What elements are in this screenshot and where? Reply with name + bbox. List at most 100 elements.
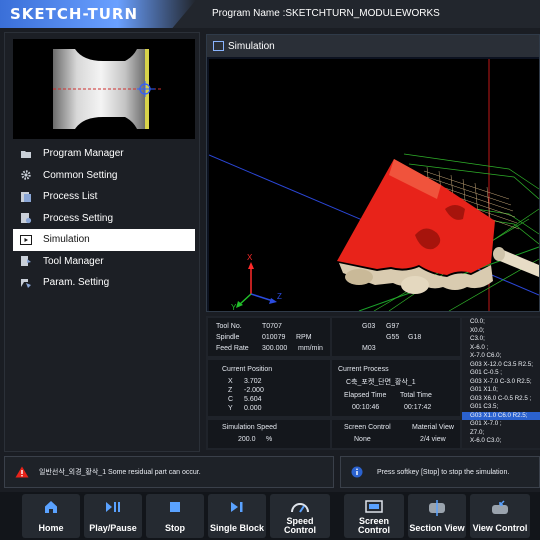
tool-no-value: T0707 (262, 323, 282, 330)
section-view-icon (429, 500, 445, 516)
logo-text: SKETCH-TURN (10, 5, 139, 23)
gcode-line[interactable]: X-7.0 C6.0; (462, 352, 540, 361)
single-block-icon (231, 502, 243, 512)
gcode-line[interactable]: G01 C3.5; (462, 403, 540, 412)
pos-value-x: 3.702 (244, 378, 262, 385)
gcode-line[interactable]: G01 X1.0; (462, 386, 540, 395)
axis-label-y: Y (231, 303, 237, 311)
warning-text: 일반선삭_외경_황삭_1 Some residual part can occu… (39, 469, 201, 476)
speed-control-label: Speed Control (284, 516, 316, 535)
view-control-label: View Control (472, 523, 528, 533)
play-pause-label: Play/Pause (89, 523, 137, 533)
gcode-line[interactable]: G03 X-12.0 C3.5 R2.5; (462, 361, 540, 370)
simulation-header: Simulation (207, 35, 539, 57)
warning-message-bar: 일반선삭_외경_황삭_1 Some residual part can occu… (4, 456, 334, 488)
modal-codes: G03 G97 G55 G18 M03 (332, 318, 460, 356)
gcode-line[interactable]: Z7.0; (462, 429, 540, 438)
screen-control-label: Screen Control (344, 424, 391, 431)
gcode-line[interactable]: X0.0; (462, 327, 540, 336)
sim-speed-value: 200.0 (238, 436, 256, 443)
current-process-label: Current Process (338, 366, 389, 373)
feed-unit: mm/min (298, 345, 323, 352)
speed-control-button[interactable]: Speed Control (270, 494, 330, 538)
process-setting-icon (19, 211, 33, 225)
stop-icon (170, 502, 180, 512)
menu-item-simulation[interactable]: Simulation (13, 229, 195, 251)
menu-item-process-list[interactable]: Process List (13, 186, 195, 208)
tool-status: Tool No. T0707 Spindle 010079 RPM Feed R… (208, 318, 330, 356)
screen-icon (365, 500, 383, 513)
simulation-viewport[interactable]: X Y Z (209, 59, 539, 311)
section-view-button[interactable]: Section View (408, 494, 466, 538)
axis-label-z: Z (277, 292, 282, 301)
spindle-value: 010079 (262, 334, 286, 341)
elapsed-time-value: 00:10:46 (352, 404, 380, 411)
simulation-title: Simulation (228, 40, 275, 52)
section-view-label: Section View (409, 523, 465, 533)
gear-icon (19, 168, 33, 182)
part-thumbnail (13, 39, 195, 139)
play-pause-icon (106, 502, 120, 512)
screen-control-button[interactable]: Screen Control (344, 494, 404, 538)
sidebar: Program Manager Common Setting Process L… (4, 32, 200, 452)
single-block-button[interactable]: Single Block (208, 494, 266, 538)
single-block-label: Single Block (209, 523, 264, 533)
gcode-line[interactable]: G01 X-7.0 ; (462, 420, 540, 429)
gcode-list[interactable]: C0.0; X0.0; C3.0; X-6.0 ; X-7.0 C6.0; G03 X-1… (462, 318, 540, 448)
pos-axis-z: Z (228, 387, 233, 394)
gcode-line[interactable]: X-6.0 ; (462, 344, 540, 353)
current-process: Current Process C축_포켓_단면_황삭_1 Elapsed Ti… (332, 360, 460, 416)
menu-item-process-setting[interactable]: Process Setting (13, 208, 195, 230)
menu-item-label: Program Manager (43, 148, 124, 160)
screen-control-value: None (354, 436, 371, 443)
menu-item-param-setting[interactable]: Param. Setting (13, 272, 195, 294)
menu-item-label: Process Setting (43, 212, 114, 224)
total-time-value: 00:17:42 (404, 404, 432, 411)
current-position: Current Position X 3.702 Z -2.000 C 5.60… (208, 360, 330, 416)
gcode-line[interactable]: G03 X6.0 C-0.5 R2.5 ; (462, 395, 540, 404)
pos-value-c: 5.604 (244, 396, 262, 403)
folder-icon (19, 147, 33, 161)
program-name: Program Name :SKETCHTURN_MODULEWORKS (212, 8, 440, 19)
feed-label: Feed Rate (216, 345, 249, 352)
screen-control-label: Screen Control (358, 516, 390, 535)
material-view-value: 2/4 view (420, 436, 446, 443)
info-icon (351, 466, 363, 478)
menu-item-common-setting[interactable]: Common Setting (13, 165, 195, 187)
simulation-panel: Simulation X Y Z (206, 34, 540, 312)
current-position-label: Current Position (222, 366, 273, 373)
menu-item-program-manager[interactable]: Program Manager (13, 143, 195, 165)
gcode-line[interactable]: C0.0; (462, 318, 540, 327)
stop-label: Stop (165, 523, 185, 533)
view-control-icon (492, 500, 508, 514)
speed-icon (291, 503, 309, 513)
modal-g1: G03 (362, 323, 376, 330)
list-icon (19, 190, 33, 204)
home-icon (45, 501, 57, 513)
gcode-line[interactable]: G03 X-7.0 C-3.0 R2.5; (462, 378, 540, 387)
current-process-value: C축_포켓_단면_황삭_1 (346, 379, 416, 386)
feed-value: 300.000 (262, 345, 288, 352)
spindle-label: Spindle (216, 334, 240, 341)
menu-item-label: Process List (43, 191, 98, 203)
gcode-line[interactable]: G01 C-0.5 ; (462, 369, 540, 378)
stop-button[interactable]: Stop (146, 494, 204, 538)
axis-label-x: X (247, 253, 253, 262)
sim-speed-label: Simulation Speed (222, 424, 277, 431)
pos-axis-y: Y (228, 405, 233, 412)
info-text: Press softkey [Stop] to stop the simulat… (377, 468, 510, 476)
view-control-button[interactable]: View Control (470, 494, 530, 538)
pos-value-y: 0.000 (244, 405, 262, 412)
simulation-icon (213, 41, 224, 51)
simulation-icon (19, 233, 33, 247)
softkey-bar: Home Play/Pause Stop Single Block Speed … (0, 492, 540, 540)
gcode-line[interactable]: C3.0; (462, 335, 540, 344)
info-message-bar: Press softkey [Stop] to stop the simulat… (340, 456, 540, 488)
play-pause-button[interactable]: Play/Pause (84, 494, 142, 538)
menu-item-tool-manager[interactable]: Tool Manager (13, 251, 195, 273)
material-view-label: Material View (412, 424, 454, 431)
gcode-line[interactable]: G03 X1.0 C6.0 R2.5; (462, 411, 540, 420)
app-logo: SKETCH-TURN (0, 0, 196, 28)
home-button[interactable]: Home (22, 494, 80, 538)
gcode-line[interactable]: X-6.0 C3.0; (462, 437, 540, 446)
